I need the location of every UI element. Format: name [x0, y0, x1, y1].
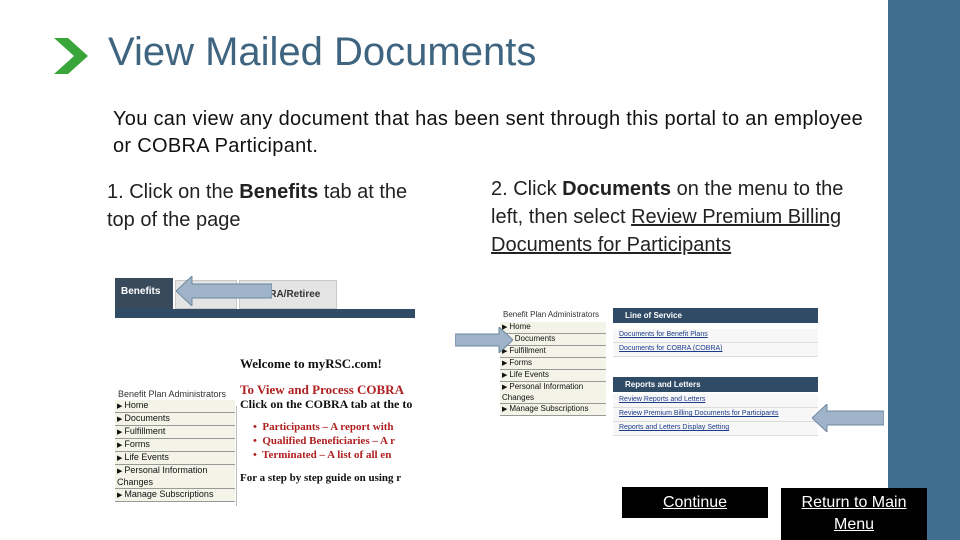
step-2-text: 2. Click Documents on the menu to the le…	[491, 178, 844, 256]
cobra-docs-link[interactable]: Documents for COBRA (COBRA)	[613, 343, 818, 357]
divider	[236, 406, 237, 506]
bullet-terminated: • Terminated – A list of all en	[253, 449, 392, 461]
return-to-main-menu-button[interactable]: Return to Main Menu	[781, 488, 927, 540]
benefits-tab-screenshot: Benefits BRA/Retiree Welcome to myRSC.co…	[115, 276, 415, 508]
sidebar2-item-fulfillment[interactable]: ▶ Fulfillment	[500, 346, 606, 358]
sidebar-item-subscriptions[interactable]: ▶ Manage Subscriptions	[115, 489, 235, 502]
reports-panel: Reports and Letters Review Reports and L…	[613, 377, 818, 436]
intro-text: You can view any document that has been …	[113, 108, 864, 157]
sidebar2-item-personal-info[interactable]: ▶ Personal Information Changes	[500, 382, 606, 404]
cobra-heading: To View and Process COBRA	[240, 382, 404, 397]
sidebar-menu-2: Benefit Plan Administrators ▶Home ▶▶Docu…	[500, 306, 606, 416]
line-of-service-panel: Line of Service Documents for Benefit Pl…	[613, 308, 818, 357]
left-arrow-icon	[176, 276, 272, 306]
menu-title-2: Benefit Plan Administrators	[503, 310, 600, 319]
sidebar2-item-subscriptions[interactable]: ▶ Manage Subscriptions	[500, 404, 606, 416]
step-1-text: 1. Click on the Benefits tab at the top …	[107, 181, 408, 231]
display-setting-link[interactable]: Reports and Letters Display Setting	[613, 422, 818, 436]
reports-header: Reports and Letters	[613, 377, 818, 392]
right-accent-band	[888, 0, 960, 540]
sidebar-item-documents[interactable]: ▶ Documents	[115, 413, 235, 426]
sidebar-item-life-events[interactable]: ▶ Life Events	[115, 452, 235, 465]
page-title: View Mailed Documents	[108, 30, 537, 74]
line-of-service-header: Line of Service	[613, 308, 818, 323]
tab-benefits[interactable]: Benefits	[115, 278, 173, 309]
sidebar-item-fulfillment[interactable]: ▶ Fulfillment	[115, 426, 235, 439]
header-strip	[115, 309, 415, 318]
sidebar2-item-life-events[interactable]: ▶ Life Events	[500, 370, 606, 382]
benefit-plan-docs-link[interactable]: Documents for Benefit Plans	[613, 329, 818, 343]
sidebar2-item-documents[interactable]: ▶▶Documents	[500, 334, 606, 346]
guide-text: For a step by step guide on using r	[240, 472, 402, 484]
review-reports-link[interactable]: Review Reports and Letters	[613, 394, 818, 408]
continue-button[interactable]: Continue	[622, 487, 768, 518]
bullet-participants: • Participants – A report with	[253, 421, 394, 433]
sidebar-item-personal-info[interactable]: ▶ Personal Information Changes	[115, 465, 235, 489]
sidebar-item-forms[interactable]: ▶ Forms	[115, 439, 235, 452]
menu-title: Benefit Plan Administrators	[118, 389, 227, 399]
sidebar2-item-home[interactable]: ▶ Home	[500, 322, 606, 334]
sidebar-item-home[interactable]: ▶ Home	[115, 400, 235, 413]
welcome-heading: Welcome to myRSC.com!	[240, 356, 382, 371]
documents-menu-screenshot: Benefit Plan Administrators ▶Home ▶▶Docu…	[500, 306, 818, 444]
right-arrow-icon	[455, 327, 513, 353]
review-premium-billing-link[interactable]: Review Premium Billing Documents for Par…	[613, 408, 818, 422]
sidebar2-item-forms[interactable]: ▶ Forms	[500, 358, 606, 370]
cobra-instruction: Click on the COBRA tab at the to	[240, 397, 413, 411]
sidebar-menu: Benefit Plan Administrators ▶ Home ▶ Docum…	[115, 386, 235, 502]
chevron-right-icon	[54, 38, 88, 74]
left-arrow-icon-2	[812, 404, 884, 432]
bullet-qualified: • Qualified Beneficiaries – A r	[253, 435, 395, 447]
